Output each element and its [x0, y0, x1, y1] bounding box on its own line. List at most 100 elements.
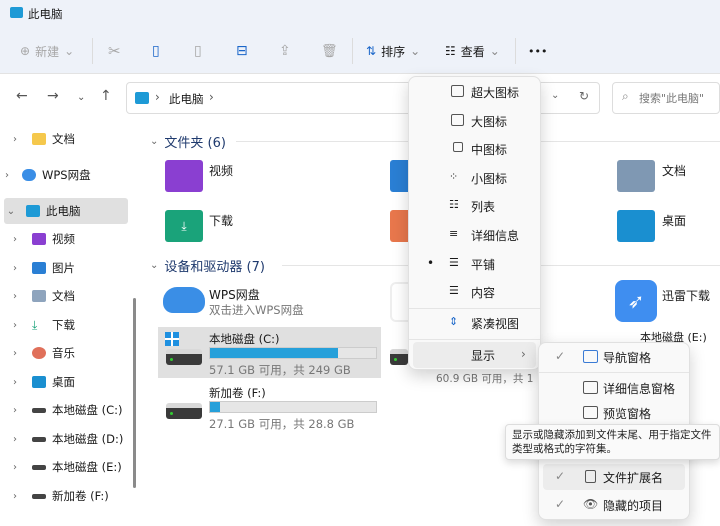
- preview-pane-icon: [583, 406, 598, 419]
- new-button[interactable]: ⊕ 新建 ⌄: [20, 40, 74, 62]
- history-dropdown-icon[interactable]: ⌄: [551, 90, 559, 101]
- sidebar-item-drive-c[interactable]: › 本地磁盘 (C:): [8, 397, 128, 423]
- chevron-right-icon[interactable]: ›: [8, 462, 22, 473]
- details-icon: ≡: [449, 227, 459, 240]
- chevron-right-icon[interactable]: ›: [8, 234, 22, 245]
- sidebar-item-documents-pinned[interactable]: › 文档: [8, 126, 128, 152]
- chevron-right-icon[interactable]: ›: [8, 348, 22, 359]
- search-input[interactable]: [639, 89, 719, 107]
- chevron-right-icon[interactable]: ›: [8, 134, 22, 145]
- menu-item-label: 详细信息窗格: [603, 382, 676, 396]
- menu-item-tiles[interactable]: • ☰ 平铺: [413, 251, 536, 277]
- sidebar-item-documents[interactable]: › 文档: [8, 283, 128, 309]
- sidebar-item-label: 文档: [52, 132, 75, 146]
- menu-item-label: 详细信息: [471, 229, 520, 243]
- menu-item-file-extensions[interactable]: ✓ 文件扩展名: [543, 464, 685, 490]
- sidebar-item-wps[interactable]: › WPS网盘: [0, 162, 120, 188]
- more-button[interactable]: •••: [528, 40, 547, 62]
- sidebar-item-videos[interactable]: › 视频: [8, 226, 128, 252]
- menu-item-extra-large-icons[interactable]: 超大图标: [413, 79, 536, 105]
- chevron-right-icon[interactable]: ›: [8, 377, 22, 388]
- folder-documents[interactable]: 文档: [662, 162, 686, 179]
- sidebar-item-drive-e[interactable]: › 本地磁盘 (E:): [8, 454, 128, 480]
- drive-c-info: 57.1 GB 可用，共 249 GB: [209, 363, 351, 377]
- small-icons-icon: ⁘: [449, 170, 459, 183]
- sidebar-item-desktop[interactable]: › 桌面: [8, 369, 128, 395]
- sidebar-item-label: 本地磁盘 (C:): [52, 403, 123, 417]
- back-icon[interactable]: ←: [16, 88, 28, 104]
- menu-item-compact-view[interactable]: ⇕ 紧凑视图: [413, 310, 536, 336]
- drive-f-tile[interactable]: 新加卷 (F:) 27.1 GB 可用，共 28.8 GB: [158, 381, 381, 432]
- chevron-right-icon[interactable]: ›: [8, 291, 22, 302]
- menu-item-details[interactable]: ≡ 详细信息: [413, 222, 536, 248]
- windows-logo-icon: [165, 332, 179, 346]
- picture-icon: [32, 262, 46, 274]
- menu-item-details-pane[interactable]: 详细信息窗格: [543, 375, 685, 401]
- cut-icon[interactable]: ✂: [108, 40, 121, 62]
- chevron-right-icon[interactable]: ›: [8, 491, 22, 502]
- plus-icon: ⊕: [20, 44, 31, 58]
- menu-item-preview-pane[interactable]: 预览窗格: [543, 400, 685, 426]
- folder-desktop[interactable]: 桌面: [662, 212, 686, 229]
- folder-downloads[interactable]: 下载: [209, 212, 233, 229]
- this-pc-icon: [135, 92, 149, 104]
- view-button[interactable]: ☷ 查看 ⌄: [445, 40, 500, 62]
- file-extension-icon: [585, 470, 596, 483]
- search-box[interactable]: ⌕: [612, 82, 720, 114]
- wps-cloud-icon: [163, 287, 205, 313]
- refresh-icon[interactable]: ↻: [579, 89, 589, 103]
- sidebar-item-drive-f[interactable]: › 新加卷 (F:): [8, 483, 128, 509]
- copy-icon[interactable]: ▯: [152, 40, 160, 62]
- chevron-right-icon[interactable]: ›: [8, 405, 22, 416]
- menu-item-small-icons[interactable]: ⁘ 小图标: [413, 165, 536, 191]
- wps-drive-name[interactable]: WPS网盘: [209, 286, 260, 303]
- menu-item-medium-icons[interactable]: 中图标: [413, 136, 536, 162]
- sort-button[interactable]: ⇅ 排序 ⌄: [366, 40, 420, 62]
- delete-icon[interactable]: 🗑: [321, 40, 338, 62]
- folder-videos[interactable]: 视频: [209, 162, 233, 179]
- recent-chevron-icon[interactable]: ⌄: [77, 92, 85, 103]
- menu-item-label: 小图标: [471, 172, 508, 186]
- chevron-right-icon[interactable]: ›: [0, 170, 14, 181]
- chevron-right-icon[interactable]: ›: [8, 320, 22, 331]
- sidebar-item-drive-d[interactable]: › 本地磁盘 (D:): [8, 426, 128, 452]
- chevron-right-icon[interactable]: ›: [8, 263, 22, 274]
- menu-item-large-icons[interactable]: 大图标: [413, 108, 536, 134]
- breadcrumb-this-pc[interactable]: 此电脑: [169, 91, 204, 107]
- drive-icon: [32, 407, 46, 413]
- eye-icon: 👁: [583, 497, 599, 511]
- tiles-icon: ☰: [449, 256, 459, 269]
- forward-icon[interactable]: →: [47, 88, 59, 104]
- menu-item-label: 大图标: [471, 115, 508, 129]
- sidebar-item-label: 此电脑: [46, 204, 81, 218]
- menu-item-list[interactable]: ☷ 列表: [413, 193, 536, 219]
- medium-icons-icon: [453, 142, 463, 152]
- menu-item-navigation-pane[interactable]: ✓ 导航窗格: [543, 344, 685, 370]
- sidebar-item-this-pc[interactable]: ⌄ 此电脑: [4, 198, 128, 224]
- sidebar-item-pictures[interactable]: › 图片: [8, 255, 128, 281]
- menu-item-label: 列表: [471, 200, 496, 214]
- folders-section-header[interactable]: ⌄ 文件夹 (6): [150, 132, 226, 151]
- navigation-pane-icon: [583, 350, 598, 363]
- sidebar-item-downloads[interactable]: › ⤓ 下载: [8, 312, 128, 338]
- list-icon: ☷: [449, 198, 459, 211]
- devices-section-header[interactable]: ⌄ 设备和驱动器 (7): [150, 256, 265, 275]
- sidebar-item-music[interactable]: › 音乐: [8, 340, 128, 366]
- selected-bullet-icon: •: [427, 256, 435, 270]
- chevron-right-icon[interactable]: ›: [8, 434, 22, 445]
- paste-icon[interactable]: ▯: [194, 40, 202, 62]
- menu-item-label: 超大图标: [471, 86, 520, 100]
- up-icon[interactable]: ↑: [100, 88, 112, 104]
- extra-large-icons-icon: [451, 85, 464, 97]
- chevron-down-icon[interactable]: ⌄: [4, 206, 18, 217]
- xunlei-name[interactable]: 迅雷下载: [662, 287, 710, 304]
- menu-item-hidden-items[interactable]: ✓ 👁 隐藏的项目: [543, 492, 685, 518]
- menu-item-content[interactable]: ☰ 内容: [413, 279, 536, 305]
- menu-item-show[interactable]: 显示 ›: [413, 342, 536, 368]
- share-icon[interactable]: ⇪: [279, 40, 291, 62]
- sidebar-scrollbar[interactable]: [133, 298, 136, 488]
- divider: [539, 372, 689, 373]
- rename-icon[interactable]: ⊟: [236, 40, 248, 62]
- menu-item-label: 隐藏的项目: [603, 499, 664, 513]
- drive-c-tile[interactable]: 本地磁盘 (C:) 57.1 GB 可用，共 249 GB: [158, 327, 381, 378]
